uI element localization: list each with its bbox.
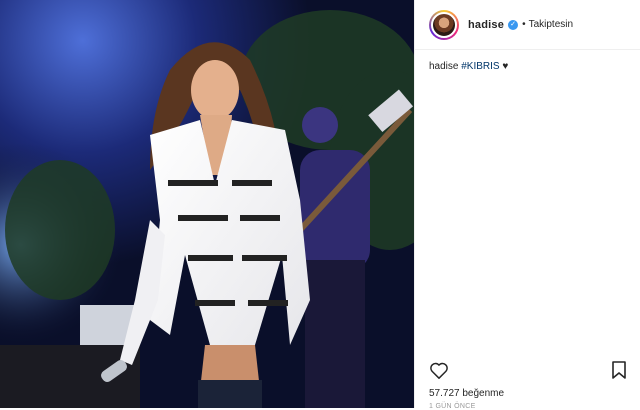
likes-label: beğenme xyxy=(462,388,505,399)
post-header: hadise ✓ • Takiptesin xyxy=(415,0,640,50)
separator-dot: • xyxy=(522,19,526,30)
avatar-ring[interactable] xyxy=(429,9,459,40)
username-link[interactable]: hadise xyxy=(468,19,504,31)
post-timestamp[interactable]: 1 GÜN ÖNCE xyxy=(429,403,476,410)
likes-count[interactable]: 57.727 beğenme xyxy=(429,388,504,399)
follow-status-button[interactable]: Takiptesin xyxy=(529,19,573,30)
caption-hashtag[interactable]: #KIBRIS xyxy=(461,61,499,72)
post-sidebar: hadise ✓ • Takiptesin hadise #KIBRIS ♥ 5… xyxy=(414,0,640,410)
post-photo[interactable] xyxy=(0,0,414,408)
bookmark-icon[interactable] xyxy=(612,360,626,384)
verified-badge-icon: ✓ xyxy=(508,19,519,30)
post-caption: hadise #KIBRIS ♥ xyxy=(415,50,640,84)
avatar[interactable] xyxy=(431,11,457,38)
caption-heart: ♥ xyxy=(502,61,509,72)
likes-number: 57.727 xyxy=(429,388,460,399)
instagram-post: hadise ✓ • Takiptesin hadise #KIBRIS ♥ 5… xyxy=(0,0,640,410)
post-actions xyxy=(429,360,626,384)
caption-username[interactable]: hadise xyxy=(429,61,458,72)
heart-outline-icon[interactable] xyxy=(429,361,449,384)
stage-photo-illustration xyxy=(0,0,414,408)
